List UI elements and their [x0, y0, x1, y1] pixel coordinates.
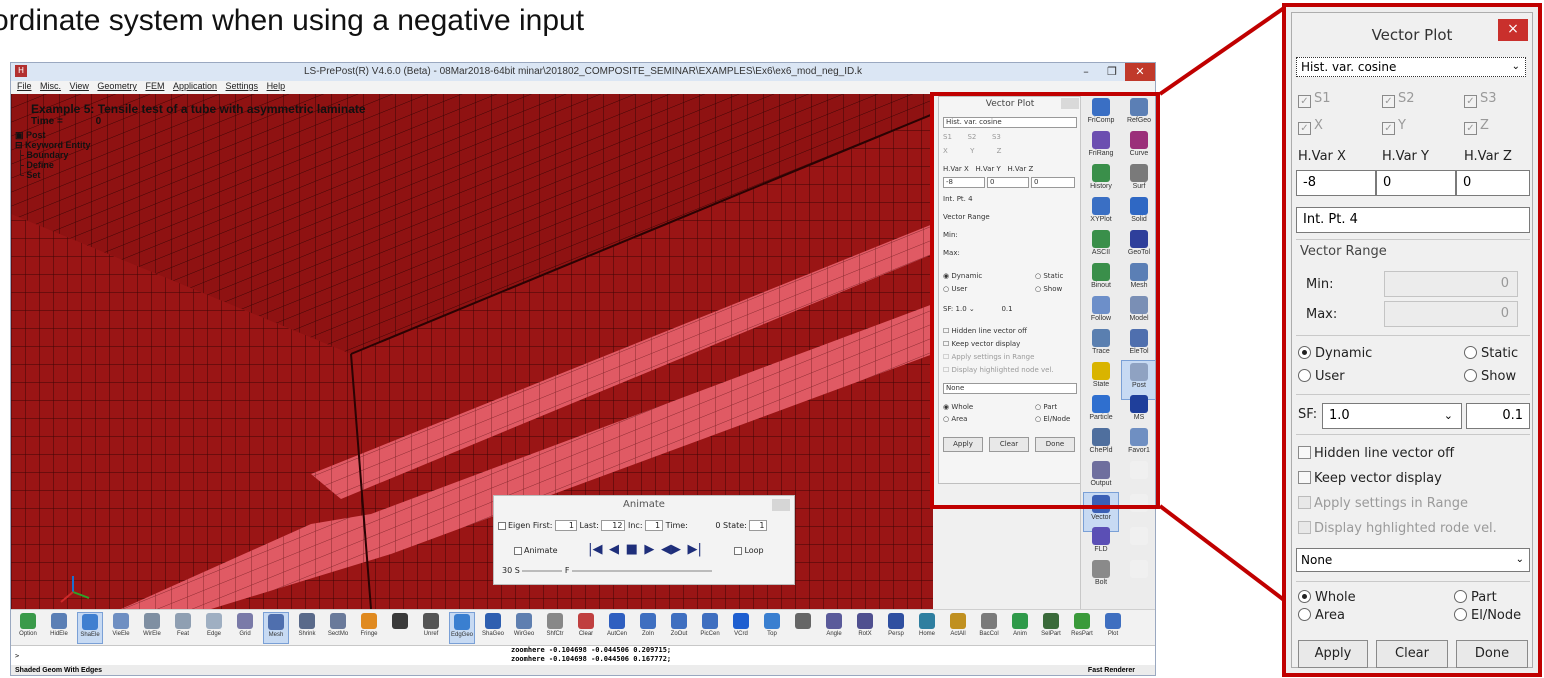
- variable-select[interactable]: Hist. var. cosine ⌄: [1296, 57, 1526, 77]
- clear-button[interactable]: Clear: [1376, 640, 1448, 668]
- dynamic-radio[interactable]: Dynamic: [1298, 346, 1372, 361]
- display-highlighted-checkbox: Display hghlighted rode vel.: [1298, 521, 1497, 536]
- keep-vector-checkbox[interactable]: Keep vector display: [1298, 471, 1442, 486]
- static-radio[interactable]: Static: [1464, 346, 1518, 361]
- min-field: 0: [1384, 271, 1518, 297]
- hidden-line-checkbox[interactable]: Hidden line vector off: [1298, 446, 1454, 461]
- hvar-x-label: H.Var X: [1298, 149, 1346, 164]
- vector-plot-dialog: Vector Plot × Hist. var. cosine ⌄ ✓ S1 ✓ S…: [1291, 12, 1533, 668]
- sf-label: SF:: [1298, 407, 1318, 422]
- separator: [1296, 434, 1530, 435]
- hvar-y-input[interactable]: 0: [1376, 170, 1456, 196]
- hvar-y-label: H.Var Y: [1382, 149, 1429, 164]
- chevron-down-icon: ⌄: [1515, 554, 1524, 565]
- user-radio[interactable]: User: [1298, 369, 1345, 384]
- z-checkbox[interactable]: ✓ Z: [1464, 118, 1489, 135]
- vector-plot-zoom: Vector Plot × Hist. var. cosine ⌄ ✓ S1 ✓ S…: [1282, 3, 1542, 677]
- x-checkbox[interactable]: ✓ X: [1298, 118, 1323, 135]
- close-icon[interactable]: ×: [1498, 19, 1528, 41]
- s2-checkbox[interactable]: ✓ S2: [1382, 91, 1415, 108]
- chevron-down-icon: ⌄: [1443, 409, 1453, 422]
- area-radio[interactable]: Area: [1298, 608, 1345, 623]
- whole-radio[interactable]: Whole: [1298, 590, 1356, 605]
- separator: [1296, 335, 1530, 336]
- hvar-z-label: H.Var Z: [1464, 149, 1512, 164]
- separator: [1296, 394, 1530, 395]
- elnode-radio[interactable]: El/Node: [1454, 608, 1521, 623]
- none-select[interactable]: None ⌄: [1296, 548, 1530, 572]
- hvar-z-input[interactable]: 0: [1456, 170, 1530, 196]
- vector-range-label: Vector Range: [1300, 244, 1387, 259]
- min-label: Min:: [1306, 277, 1334, 292]
- y-checkbox[interactable]: ✓ Y: [1382, 118, 1406, 135]
- chevron-down-icon: ⌄: [1511, 61, 1520, 72]
- apply-range-checkbox: Apply settings in Range: [1298, 496, 1468, 511]
- sf-value-input[interactable]: 0.1: [1466, 403, 1530, 429]
- separator: [1296, 239, 1530, 240]
- hvar-x-input[interactable]: -8: [1296, 170, 1376, 196]
- part-radio[interactable]: Part: [1454, 590, 1497, 605]
- max-field: 0: [1384, 301, 1518, 327]
- show-radio[interactable]: Show: [1464, 369, 1516, 384]
- dialog-title: Vector Plot: [1292, 13, 1532, 55]
- max-label: Max:: [1306, 307, 1338, 322]
- done-button[interactable]: Done: [1456, 640, 1528, 668]
- int-pt-field[interactable]: Int. Pt. 4: [1296, 207, 1530, 233]
- s1-checkbox[interactable]: ✓ S1: [1298, 91, 1331, 108]
- sf-select[interactable]: 1.0 ⌄: [1322, 403, 1462, 429]
- s3-checkbox[interactable]: ✓ S3: [1464, 91, 1497, 108]
- apply-button[interactable]: Apply: [1298, 640, 1368, 668]
- separator: [1296, 581, 1530, 582]
